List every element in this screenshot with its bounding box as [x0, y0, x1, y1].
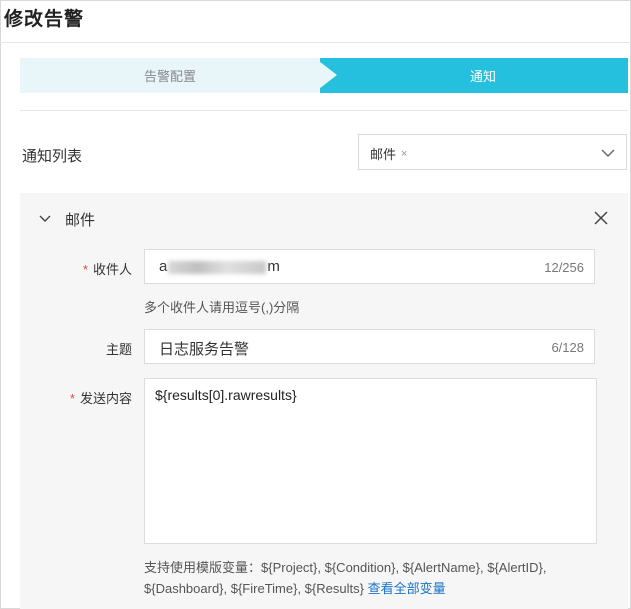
- tag-label: 邮件: [370, 147, 397, 162]
- content-label: * 发送内容: [69, 391, 132, 406]
- content-textarea[interactable]: ${results[0].rawresults}: [144, 378, 597, 544]
- title-divider: [0, 42, 631, 43]
- email-panel-title: 邮件: [65, 212, 96, 229]
- notify-list-label: 通知列表: [22, 148, 83, 165]
- recipients-hint: 多个收件人请用逗号(,)分隔: [144, 300, 300, 315]
- step-alert-config[interactable]: 告警配置: [20, 58, 320, 93]
- required-mark: *: [69, 391, 75, 406]
- recipients-label: * 收件人: [82, 262, 132, 277]
- subject-label: 主题: [105, 342, 132, 357]
- variables-prefix: 支持使用模版变量：: [144, 560, 262, 575]
- step-notify-label: 通知: [469, 69, 496, 84]
- step-notify[interactable]: 通知: [320, 58, 628, 93]
- recipients-value: am: [159, 258, 280, 275]
- subject-value: 日志服务告警: [159, 341, 250, 358]
- recipients-counter: 12/256: [544, 260, 584, 275]
- step-alert-config-label: 告警配置: [143, 69, 196, 84]
- redacted-email: [168, 260, 267, 274]
- tag-remove-icon[interactable]: ×: [401, 148, 407, 160]
- subject-input[interactable]: 日志服务告警 6/128: [144, 329, 595, 364]
- steps-bar: 告警配置 通知: [20, 58, 628, 93]
- content-value: ${results[0].rawresults}: [155, 387, 297, 403]
- close-icon[interactable]: [592, 209, 610, 227]
- step-arrow: [315, 58, 337, 92]
- variables-line2: ${Dashboard}, ${FireTime}, ${Results}: [144, 581, 364, 596]
- required-mark: *: [82, 262, 88, 277]
- selected-tag-email: 邮件 ×: [370, 144, 407, 163]
- recipients-input[interactable]: am 12/256: [144, 249, 595, 284]
- variables-line1: ${Project}, ${Condition}, ${AlertName}, …: [261, 560, 547, 575]
- page-title: 修改告警: [4, 9, 85, 30]
- notify-list-select[interactable]: 邮件 ×: [358, 134, 627, 170]
- steps-divider: [20, 110, 628, 111]
- view-all-variables-link[interactable]: 查看全部变量: [368, 581, 446, 596]
- chevron-down-icon[interactable]: [38, 212, 52, 226]
- chevron-down-icon[interactable]: [600, 145, 616, 161]
- subject-counter: 6/128: [551, 340, 584, 355]
- template-variables-hint: 支持使用模版变量：${Project}, ${Condition}, ${Ale…: [144, 557, 614, 599]
